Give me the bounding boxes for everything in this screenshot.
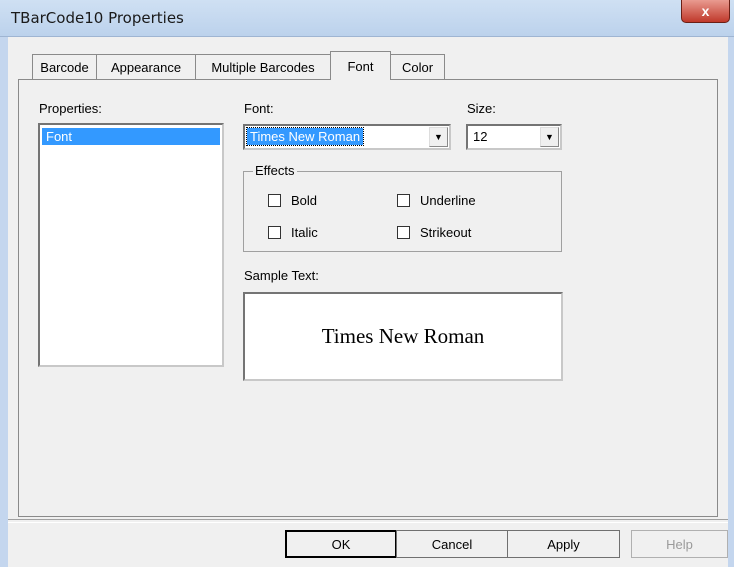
sample-text: Times New Roman xyxy=(321,324,485,348)
window-frame-right xyxy=(728,37,734,567)
tab-font[interactable]: Font xyxy=(330,51,391,80)
tab-appearance[interactable]: Appearance xyxy=(96,54,196,79)
button-separator xyxy=(8,519,728,523)
tab-label: Multiple Barcodes xyxy=(211,59,315,75)
strikeout-checkbox[interactable]: Strikeout xyxy=(397,225,471,240)
tab-label: Appearance xyxy=(110,59,182,75)
size-select-value: 12 xyxy=(473,129,488,144)
underline-label: Underline xyxy=(420,193,476,208)
size-label: Size: xyxy=(467,101,496,116)
tab-color[interactable]: Color xyxy=(390,54,445,79)
sample-text-label: Sample Text: xyxy=(244,268,319,283)
tab-label: Barcode xyxy=(40,59,89,75)
apply-button[interactable]: Apply xyxy=(507,530,620,558)
font-label: Font: xyxy=(244,101,274,116)
help-button: Help xyxy=(631,530,728,558)
properties-label: Properties: xyxy=(39,101,102,116)
size-select[interactable]: 12 ▼ xyxy=(466,124,562,150)
tab-label: Font xyxy=(347,58,374,74)
chevron-down-icon[interactable]: ▼ xyxy=(540,127,559,147)
checkbox-box[interactable] xyxy=(268,194,281,207)
sample-text-preview: Times New Roman xyxy=(243,292,563,381)
close-icon: x xyxy=(701,3,710,19)
window-title: TBarCode10 Properties xyxy=(11,9,184,27)
font-select[interactable]: Times New Roman ▼ xyxy=(243,124,451,150)
window-frame-left xyxy=(0,37,8,567)
checkbox-box[interactable] xyxy=(268,226,281,239)
ok-button[interactable]: OK xyxy=(285,530,397,558)
cancel-button[interactable]: Cancel xyxy=(396,530,508,558)
close-button[interactable]: x xyxy=(681,0,730,23)
italic-label: Italic xyxy=(291,225,318,240)
effects-group-title: Effects xyxy=(253,163,297,178)
italic-checkbox[interactable]: Italic xyxy=(268,225,318,240)
checkbox-box[interactable] xyxy=(397,194,410,207)
cancel-label: Cancel xyxy=(431,536,473,552)
checkbox-box[interactable] xyxy=(397,226,410,239)
title-bar[interactable]: TBarCode10 Properties x xyxy=(0,0,734,37)
bold-checkbox[interactable]: Bold xyxy=(268,193,317,208)
ok-label: OK xyxy=(331,536,351,552)
list-item[interactable]: Font xyxy=(42,128,220,145)
strikeout-label: Strikeout xyxy=(420,225,472,240)
properties-list[interactable]: Font xyxy=(38,123,224,367)
tab-barcode[interactable]: Barcode xyxy=(32,54,97,79)
font-select-value: Times New Roman xyxy=(245,127,365,146)
chevron-down-icon[interactable]: ▼ xyxy=(429,127,448,147)
tab-multiple-barcodes[interactable]: Multiple Barcodes xyxy=(195,54,331,79)
tab-label: Color xyxy=(401,59,434,75)
apply-label: Apply xyxy=(547,536,580,552)
underline-checkbox[interactable]: Underline xyxy=(397,193,476,208)
bold-label: Bold xyxy=(291,193,318,208)
help-label: Help xyxy=(666,536,693,552)
